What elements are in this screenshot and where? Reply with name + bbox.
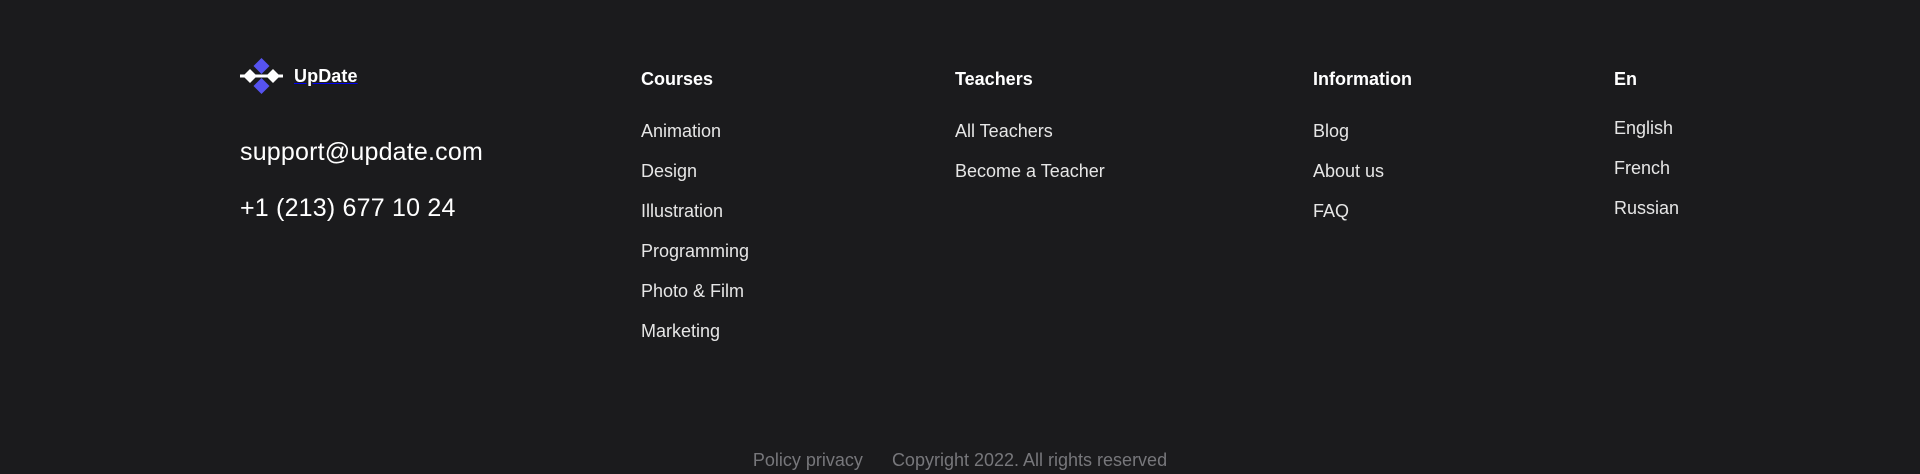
teachers-list: All Teachers Become a Teacher <box>955 121 1105 201</box>
brand-logo-link[interactable]: UpDate <box>240 58 358 94</box>
about-us-link[interactable]: About us <box>1313 161 1384 181</box>
language-list: English French Russian <box>1614 118 1679 238</box>
faq-link[interactable]: FAQ <box>1313 201 1349 221</box>
language-option-french[interactable]: French <box>1614 158 1670 178</box>
course-link-animation[interactable]: Animation <box>641 121 721 141</box>
site-footer: UpDate support@update.com +1 (213) 677 1… <box>0 0 1920 474</box>
brand-name: UpDate <box>294 65 358 86</box>
language-option-english[interactable]: English <box>1614 118 1673 138</box>
policy-privacy-link[interactable]: Policy privacy <box>753 450 863 471</box>
course-link-design[interactable]: Design <box>641 161 697 181</box>
teachers-heading: Teachers <box>955 69 1033 89</box>
courses-list: Animation Design Illustration Programmin… <box>641 121 749 361</box>
logo-row: UpDate <box>240 58 358 94</box>
update-logo-icon <box>240 58 283 94</box>
course-link-illustration[interactable]: Illustration <box>641 201 723 221</box>
blog-link[interactable]: Blog <box>1313 121 1349 141</box>
language-selector-current[interactable]: En <box>1614 68 1637 90</box>
course-link-programming[interactable]: Programming <box>641 241 749 261</box>
footer-bottom-bar: Policy privacy Copyright 2022. All right… <box>0 450 1920 471</box>
teachers-column: Teachers All Teachers Become a Teacher <box>955 68 1105 181</box>
course-link-marketing[interactable]: Marketing <box>641 321 720 341</box>
language-column: En English French Russian <box>1614 68 1679 218</box>
course-link-photo-film[interactable]: Photo & Film <box>641 281 744 301</box>
support-email-link[interactable]: support@update.com <box>240 138 483 167</box>
language-option-russian[interactable]: Russian <box>1614 198 1679 218</box>
become-teacher-link[interactable]: Become a Teacher <box>955 161 1105 181</box>
information-list: Blog About us FAQ <box>1313 121 1384 241</box>
all-teachers-link[interactable]: All Teachers <box>955 121 1053 141</box>
information-column: Information Blog About us FAQ <box>1313 68 1412 221</box>
copyright-text: Copyright 2022. All rights reserved <box>891 450 1168 470</box>
courses-heading: Courses <box>641 69 714 89</box>
phone-link[interactable]: +1 (213) 677 10 24 <box>240 194 456 223</box>
courses-column: Courses Animation Design Illustration Pr… <box>641 68 749 341</box>
information-heading: Information <box>1313 69 1412 89</box>
